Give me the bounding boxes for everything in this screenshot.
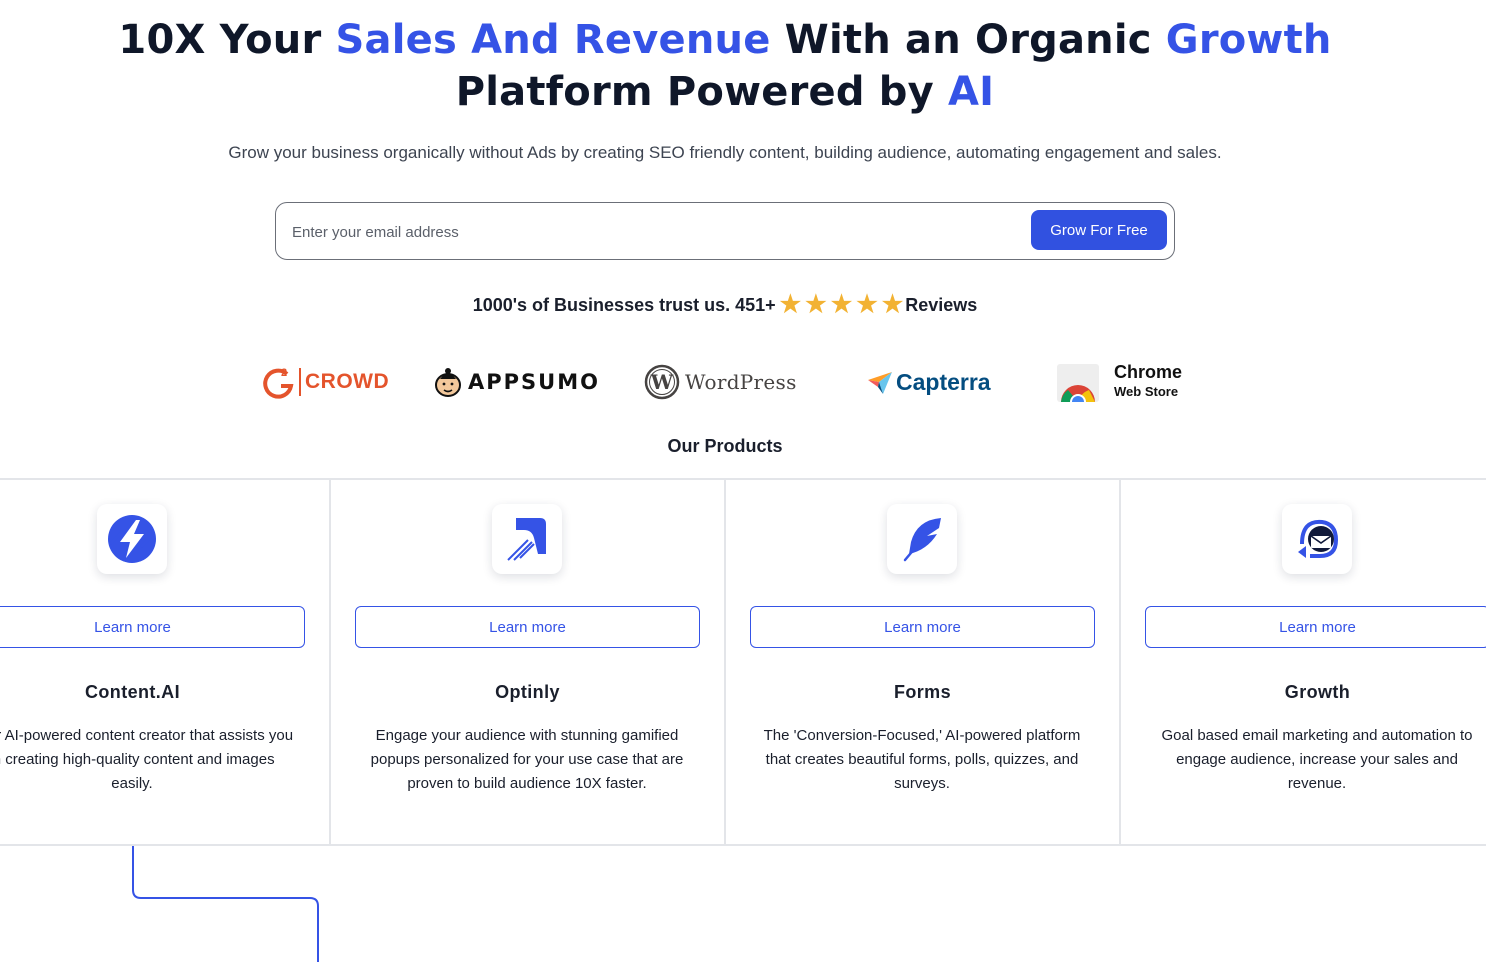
product-name: Growth — [1284, 682, 1351, 702]
chrome-logo-title: Chrome — [1114, 362, 1183, 382]
capterra-arrow-icon — [868, 372, 892, 394]
star-icon: ★ — [779, 291, 802, 318]
appsumo-mascot-icon — [435, 368, 461, 397]
trust-row: 1000's of Businesses trust us. 451+ ★ ★ … — [0, 292, 1450, 318]
product-card-content-ai: Learn more Content.AI Your AI-powered co… — [0, 480, 329, 844]
hero-title-accent: Growth — [1165, 17, 1332, 63]
reviews-label: Reviews — [905, 294, 978, 315]
capterra-logo: Capterra — [866, 360, 991, 404]
g2-divider — [299, 368, 301, 396]
product-description: Your AI-powered content creator that ass… — [0, 727, 294, 792]
wordpress-logo-text: WordPress — [685, 370, 797, 394]
product-card-growth: Learn more Growth Goal based email marke… — [1120, 480, 1486, 844]
capterra-logo-text: Capterra — [896, 368, 991, 395]
product-card-forms: Learn more Forms The 'Conversion-Focused… — [725, 480, 1119, 844]
product-description: The 'Conversion-Focused,' AI-powered pla… — [763, 727, 1081, 792]
star-icon: ★ — [805, 291, 827, 318]
product-description: Goal based email marketing and automatio… — [1161, 727, 1473, 792]
grow-for-free-button[interactable]: Grow For Free — [1031, 210, 1167, 250]
products-heading: Our Products — [667, 436, 783, 456]
hero-title-text: 10X Your — [118, 17, 336, 63]
learn-more-button[interactable]: Learn more — [750, 606, 1095, 648]
hero-title-accent: Sales And Revenue — [335, 17, 771, 63]
learn-more-button[interactable]: Learn more — [1145, 606, 1486, 648]
growth-mail-icon — [1282, 504, 1352, 574]
rating-stars: ★ ★ ★ ★ ★ — [780, 292, 904, 318]
connector-line — [132, 846, 319, 962]
g2-icon: 2 — [263, 367, 294, 399]
g2-crowd-logo: 2 CROWD — [262, 360, 389, 404]
signup-form: Grow For Free — [275, 202, 1175, 260]
star-icon: ★ — [830, 291, 853, 318]
optinly-boomerang-icon — [492, 504, 562, 574]
forms-feather-icon — [887, 504, 957, 574]
chrome-web-store-logo: Chrome Web Store — [1056, 360, 1182, 404]
star-icon: ★ — [856, 291, 878, 318]
learn-more-button[interactable]: Learn more — [0, 606, 305, 648]
email-input[interactable] — [292, 217, 1012, 247]
trust-text: 1000's of Businesses trust us. 451+ — [472, 294, 776, 315]
product-card-optinly: Learn more Optinly Engage your audience … — [330, 480, 724, 844]
appsumo-logo-text: APPSUMO — [468, 370, 600, 394]
svg-text:W: W — [650, 370, 674, 394]
hero-title-text: With an Organic — [770, 17, 1166, 63]
hero-title-accent: AI — [948, 69, 995, 115]
svg-text:2: 2 — [281, 367, 287, 379]
product-name: Content.AI — [85, 682, 180, 702]
chrome-web-store-icon — [1057, 364, 1099, 402]
product-name: Forms — [893, 682, 951, 702]
hero-subtitle: Grow your business organically without A… — [228, 143, 1222, 162]
content-ai-bolt-icon — [97, 504, 167, 574]
appsumo-logo: APPSUMO — [434, 360, 600, 404]
chrome-store-label: Chrome Web Store — [1114, 363, 1182, 401]
hero-title-text: Platform Powered by — [455, 69, 949, 115]
product-name: Optinly — [495, 682, 560, 702]
product-description: Engage your audience with stunning gamif… — [370, 727, 684, 792]
hero-title: 10X Your Sales And Revenue With an Organ… — [0, 14, 1450, 118]
wordpress-icon: W — [644, 364, 680, 400]
learn-more-button[interactable]: Learn more — [355, 606, 700, 648]
star-icon: ★ — [881, 291, 904, 318]
chrome-logo-subtitle: Web Store — [1114, 384, 1179, 399]
wordpress-logo: W WordPress — [644, 360, 797, 404]
g2-logo-text: CROWD — [305, 370, 390, 393]
